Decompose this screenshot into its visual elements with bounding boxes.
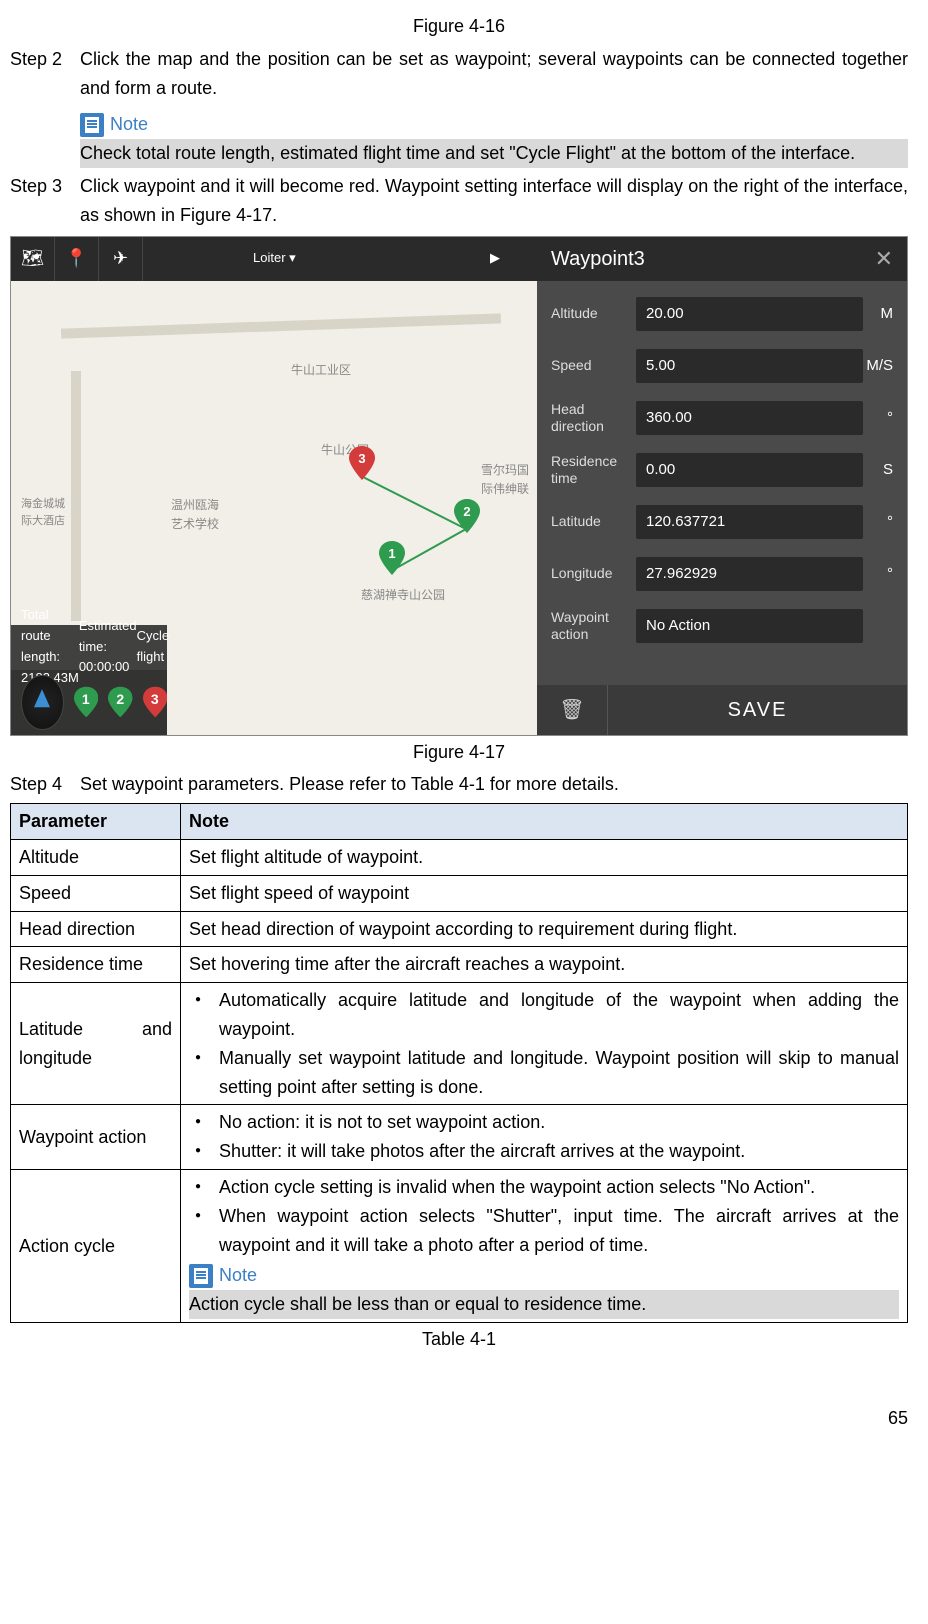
footer-pin-1[interactable]: 1 xyxy=(74,682,98,722)
table-caption: Table 4-1 xyxy=(10,1325,908,1354)
step-2-body: Click the map and the position can be se… xyxy=(80,45,908,168)
waypoint-pin-3[interactable]: 3 xyxy=(349,446,375,480)
param-label: Head direction xyxy=(551,401,636,435)
footer-pin-3[interactable]: 3 xyxy=(143,682,167,722)
map-label: 温州瓯海 艺术学校 xyxy=(171,496,219,534)
step-4-label: Step 4 xyxy=(10,770,80,799)
param-row: Latitude 120.637721 ° xyxy=(551,505,893,539)
step-2-text: Click the map and the position can be se… xyxy=(80,45,908,103)
param-unit: ° xyxy=(863,510,893,534)
note-icon xyxy=(80,113,104,137)
map-label: 雪尔玛国 际伟绅联 xyxy=(481,461,529,499)
loiter-label[interactable]: Loiter ▾ xyxy=(253,248,296,269)
step-3-text: Click waypoint and it will become red. W… xyxy=(80,172,908,230)
app-screenshot: 🗺 📍 ✈ Loiter ▾ ▶ 牛山工业区 牛山公园 慈湖禅寺山公园 温州瓯海… xyxy=(10,236,908,736)
step-4: Step 4 Set waypoint parameters. Please r… xyxy=(10,770,908,799)
param-label: Altitude xyxy=(551,305,636,322)
param-input[interactable]: 360.00 xyxy=(636,401,863,435)
table-row: Head directionSet head direction of wayp… xyxy=(11,911,908,947)
param-input[interactable]: No Action xyxy=(636,609,863,643)
param-unit: ° xyxy=(863,406,893,430)
table-header-parameter: Parameter xyxy=(11,804,181,840)
param-unit: M/S xyxy=(863,354,893,378)
param-row: Altitude 20.00 M xyxy=(551,297,893,331)
play-icon[interactable]: ▶ xyxy=(473,237,517,281)
figure-caption-mid: Figure 4-17 xyxy=(10,738,908,767)
table-row: SpeedSet flight speed of waypoint xyxy=(11,875,908,911)
param-row: Residence time 0.00 S xyxy=(551,453,893,487)
param-label: Residence time xyxy=(551,453,636,487)
map-area[interactable]: 牛山工业区 牛山公园 慈湖禅寺山公园 温州瓯海 艺术学校 雪尔玛国 际伟绅联 海… xyxy=(11,281,537,735)
map-footer: Total route length: 2183.43M Estimated t… xyxy=(11,625,167,735)
figure-caption-top: Figure 4-16 xyxy=(10,12,908,41)
page-number: 65 xyxy=(10,1404,908,1433)
note-label: Note xyxy=(110,110,148,139)
step-4-text: Set waypoint parameters. Please refer to… xyxy=(80,770,908,799)
step-3: Step 3 Click waypoint and it will become… xyxy=(10,172,908,230)
step-2: Step 2 Click the map and the position ca… xyxy=(10,45,908,168)
param-row: Waypoint action No Action xyxy=(551,609,893,643)
param-row: Head direction 360.00 ° xyxy=(551,401,893,435)
parameter-table: Parameter Note AltitudeSet flight altitu… xyxy=(10,803,908,1323)
step-2-note-text: Check total route length, estimated flig… xyxy=(80,139,908,168)
map-label: 牛山工业区 xyxy=(291,361,351,380)
waypoint-pin-2[interactable]: 2 xyxy=(454,499,480,533)
waypoint-pin-1[interactable]: 1 xyxy=(379,541,405,575)
estimated-time: Estimated time: 00:00:00 xyxy=(79,616,137,678)
param-row: Speed 5.00 M/S xyxy=(551,349,893,383)
action-cycle-note: Action cycle shall be less than or equal… xyxy=(189,1290,899,1319)
map-icon[interactable]: 🗺 xyxy=(11,237,55,281)
param-input[interactable]: 20.00 xyxy=(636,297,863,331)
param-label: Speed xyxy=(551,357,636,374)
param-input[interactable]: 27.962929 xyxy=(636,557,863,591)
table-row: Residence timeSet hovering time after th… xyxy=(11,947,908,983)
map-label: 海金城城 际大酒店 xyxy=(21,496,65,531)
param-label: Waypoint action xyxy=(551,609,636,643)
table-row: Action cycle Action cycle setting is inv… xyxy=(11,1169,908,1322)
waypoint-panel: Waypoint3 ✕ Altitude 20.00 M Speed 5.00 M… xyxy=(537,237,907,735)
param-input[interactable]: 120.637721 xyxy=(636,505,863,539)
param-input[interactable]: 0.00 xyxy=(636,453,863,487)
delete-button[interactable]: 🗑 xyxy=(537,685,607,735)
close-icon[interactable]: ✕ xyxy=(875,241,893,276)
param-label: Longitude xyxy=(551,565,636,582)
cycle-flight[interactable]: Cycle flight xyxy=(137,626,170,668)
save-button[interactable]: SAVE xyxy=(607,685,907,735)
aircraft-icon[interactable]: ✈ xyxy=(99,237,143,281)
param-row: Longitude 27.962929 ° xyxy=(551,557,893,591)
param-input[interactable]: 5.00 xyxy=(636,349,863,383)
param-label: Latitude xyxy=(551,513,636,530)
step-2-label: Step 2 xyxy=(10,45,80,168)
note-icon xyxy=(189,1264,213,1288)
param-unit: S xyxy=(863,458,893,482)
panel-title: Waypoint3 xyxy=(551,243,645,275)
step-2-note: Note Check total route length, estimated… xyxy=(80,110,908,168)
param-unit: M xyxy=(863,302,893,326)
map-label: 慈湖禅寺山公园 xyxy=(361,586,445,605)
footer-pin-2[interactable]: 2 xyxy=(108,682,132,722)
table-header-note: Note xyxy=(181,804,908,840)
step-3-label: Step 3 xyxy=(10,172,80,230)
note-label: Note xyxy=(219,1261,257,1290)
compass-icon[interactable] xyxy=(21,675,64,730)
table-row: AltitudeSet flight altitude of waypoint. xyxy=(11,839,908,875)
param-unit: ° xyxy=(863,562,893,586)
table-row: Latitudeandlongitude Automatically acqui… xyxy=(11,983,908,1105)
table-row: Waypoint action No action: it is not to … xyxy=(11,1105,908,1170)
waypoint-tool-icon[interactable]: 📍 xyxy=(55,237,99,281)
